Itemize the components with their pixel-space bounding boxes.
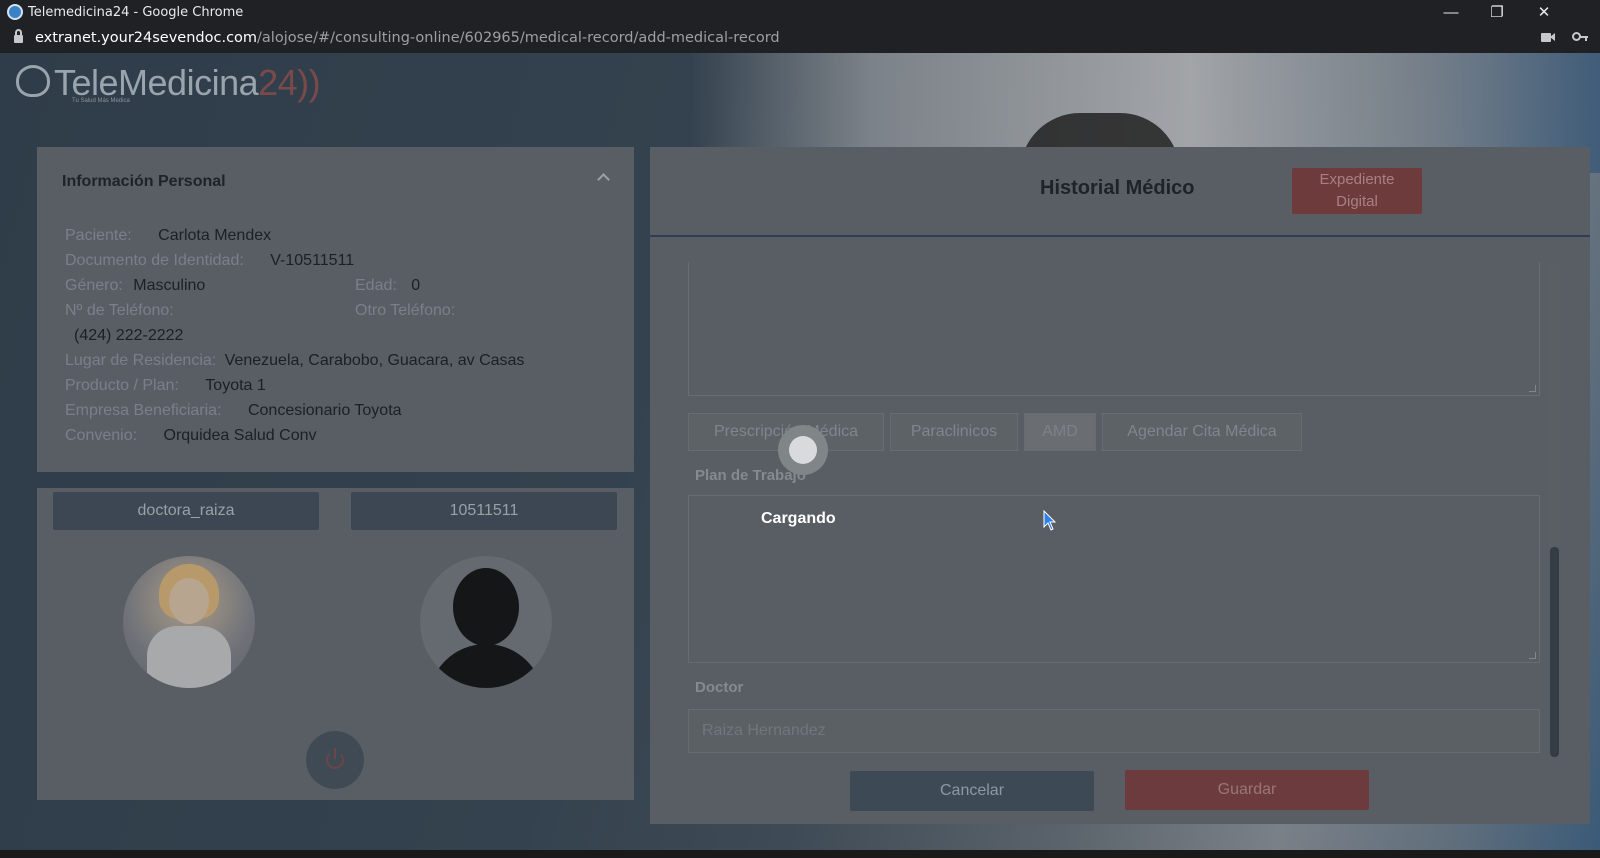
browser-titlebar: Telemedicina24 - Google Chrome — ❐ ✕ [0, 0, 1600, 25]
doctor-avatar [123, 556, 255, 688]
plan-row: Producto / Plan: Toyota 1 [65, 377, 266, 395]
app-icon [7, 4, 23, 20]
other-phone-row: Otro Teléfono: [355, 302, 455, 320]
agreement-row: Convenio: Orquidea Salud Conv [65, 427, 316, 445]
other-phone-label: Otro Teléfono: [355, 302, 456, 319]
save-button[interactable]: Guardar [1125, 770, 1369, 810]
tab-schedule-appointment[interactable]: Agendar Cita Médica [1102, 413, 1302, 451]
doctor-field[interactable]: Raiza Hernandez [688, 709, 1540, 753]
scrollbar[interactable] [1550, 262, 1559, 757]
lock-icon[interactable] [14, 29, 23, 43]
url-path: /alojose/#/consulting-online/602965/medi… [257, 30, 780, 46]
company-label: Empresa Beneficiaria: [65, 402, 222, 419]
loading-text: Cargando [761, 510, 836, 527]
url-host: extranet.your24sevendoc.com [35, 30, 258, 46]
url-text[interactable]: extranet.your24sevendoc.com/alojose/#/co… [35, 30, 780, 46]
resize-handle[interactable] [1529, 385, 1536, 392]
heart-stethoscope-icon [16, 65, 50, 97]
id-value: V-10511511 [270, 252, 355, 269]
residence-value: Venezuela, Carabobo, Guacara, av Casas [224, 352, 525, 369]
close-button[interactable]: ✕ [1521, 0, 1567, 25]
phone-label-row: Nº de Teléfono: [65, 302, 174, 320]
plan-label: Producto / Plan: [65, 377, 179, 394]
personal-info-title: Información Personal [62, 173, 226, 190]
age-row: Edad: 0 [355, 277, 420, 295]
key-icon[interactable] [1572, 31, 1588, 43]
video-call-panel: doctora_raiza 10511511 [37, 488, 634, 800]
notes-textarea[interactable] [688, 262, 1540, 396]
loading-spinner [778, 425, 828, 475]
doctor-username-button[interactable]: doctora_raiza [53, 492, 319, 530]
header-divider [650, 235, 1590, 237]
agreement-label: Convenio: [65, 427, 138, 444]
age-label: Edad: [355, 277, 397, 294]
logo-tagline: Tu Salud Más Medica [72, 98, 130, 104]
phone-label: Nº de Teléfono: [65, 302, 174, 319]
digital-record-line2: Digital [1336, 193, 1378, 210]
address-bar[interactable]: extranet.your24sevendoc.com/alojose/#/co… [0, 25, 1600, 53]
medical-history-panel: Historial Médico Expediente Digital Pres… [650, 147, 1590, 824]
window-title: Telemedicina24 - Google Chrome [28, 5, 244, 20]
plan-value: Toyota 1 [205, 377, 266, 394]
scrollbar-thumb[interactable] [1550, 547, 1559, 757]
digital-record-button[interactable]: Expediente Digital [1292, 168, 1422, 214]
residence-label: Lugar de Residencia: [65, 352, 217, 369]
phone-value: (424) 222-2222 [74, 327, 184, 344]
camera-icon[interactable] [1541, 32, 1555, 42]
id-row: Documento de Identidad: V-10511511 [65, 252, 354, 270]
personal-info-panel: Información Personal Paciente: Carlota M… [37, 147, 634, 472]
end-call-button[interactable] [306, 731, 364, 789]
phone-value-row: (424) 222-2222 [74, 327, 183, 345]
medical-history-title: Historial Médico [1040, 177, 1195, 199]
digital-record-line1: Expediente [1319, 171, 1395, 188]
id-label: Documento de Identidad: [65, 252, 244, 269]
patient-row: Paciente: Carlota Mendex [65, 227, 271, 245]
gender-value: Masculino [133, 277, 206, 294]
minimize-button[interactable]: — [1428, 0, 1474, 25]
patient-value: Carlota Mendex [158, 227, 272, 244]
gender-row: Género: Masculino [65, 277, 205, 295]
restore-button[interactable]: ❐ [1474, 0, 1520, 25]
chevron-up-icon[interactable] [597, 173, 610, 186]
tab-paraclinicos[interactable]: Paraclinicos [890, 413, 1018, 451]
residence-row: Lugar de Residencia: Venezuela, Carabobo… [65, 352, 524, 370]
telemedicina-logo[interactable]: TeleMedicina24)) Tu Salud Más Medica [14, 62, 321, 104]
mouse-cursor-icon [1043, 510, 1057, 531]
age-value: 0 [411, 277, 421, 294]
patient-avatar [420, 556, 552, 688]
cancel-button[interactable]: Cancelar [850, 771, 1094, 811]
gender-label: Género: [65, 277, 123, 294]
doctor-label: Doctor [695, 679, 744, 696]
patient-id-button[interactable]: 10511511 [351, 492, 617, 530]
tab-amd[interactable]: AMD [1024, 413, 1096, 451]
agreement-value: Orquidea Salud Conv [163, 427, 317, 444]
patient-label: Paciente: [65, 227, 132, 244]
resize-handle[interactable] [1529, 652, 1536, 659]
company-row: Empresa Beneficiaria: Concesionario Toyo… [65, 402, 402, 420]
company-value: Concesionario Toyota [247, 402, 402, 419]
bottom-strip [0, 850, 1600, 858]
